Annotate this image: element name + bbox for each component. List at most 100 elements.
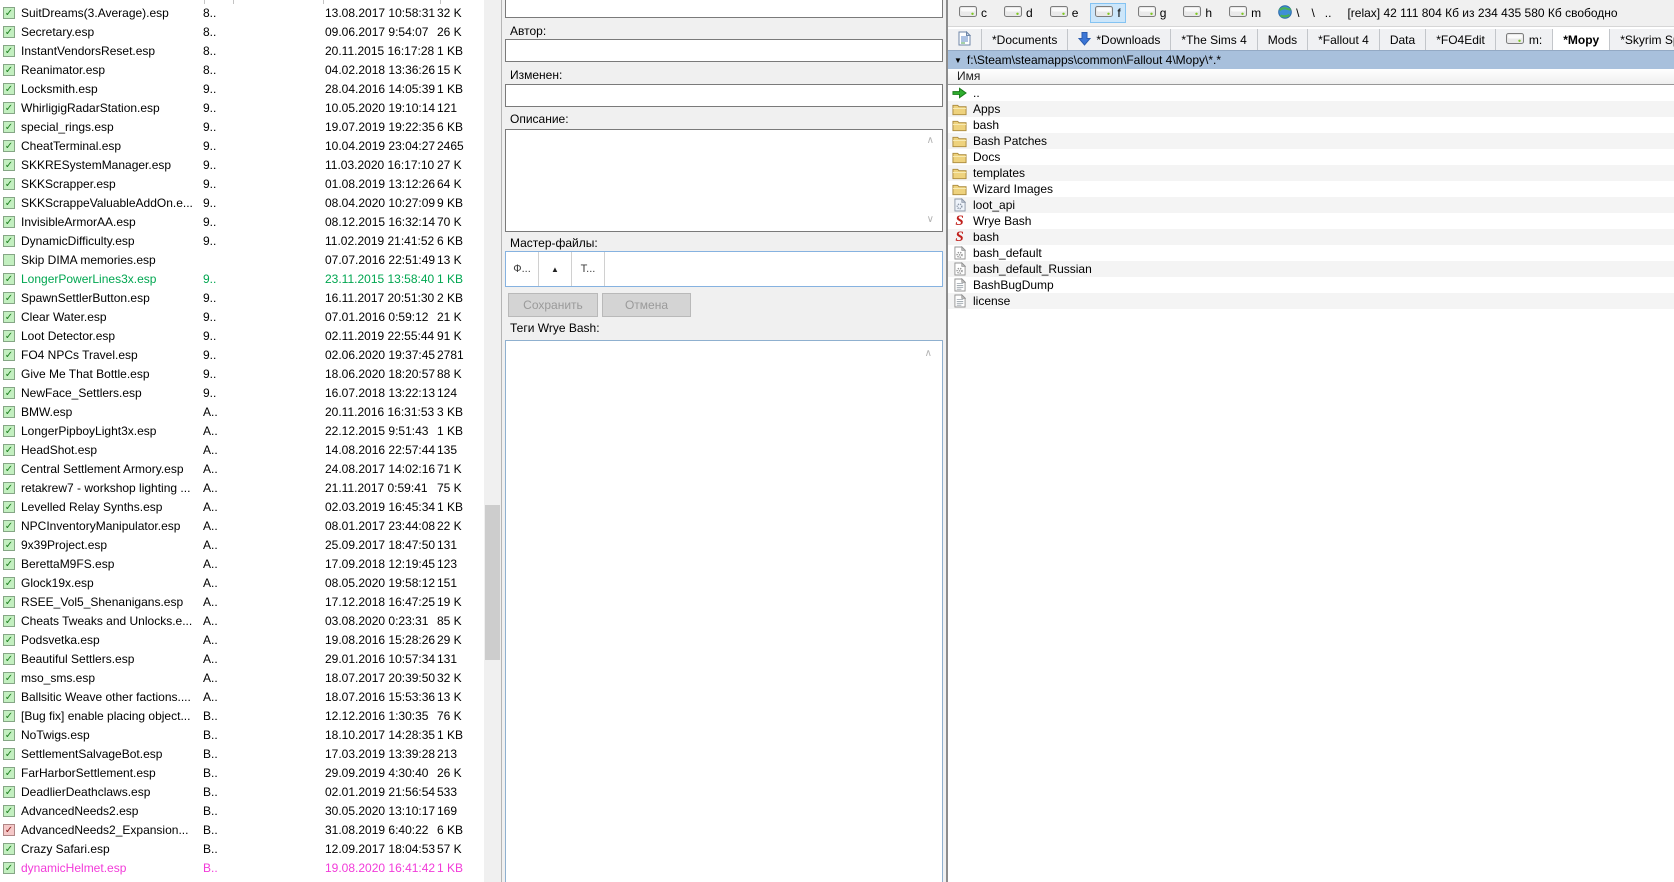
masters-column-header[interactable]: Ф... bbox=[506, 252, 539, 286]
plugin-row[interactable]: HeadShot.espA..14.08.2016 22:57:44135 bbox=[0, 441, 484, 460]
plugin-checkbox[interactable] bbox=[3, 805, 15, 817]
path-dropdown-icon[interactable] bbox=[954, 56, 962, 65]
plugin-checkbox[interactable] bbox=[3, 7, 15, 19]
plugin-checkbox[interactable] bbox=[3, 216, 15, 228]
plugin-checkbox[interactable] bbox=[3, 634, 15, 646]
plugin-row[interactable]: 9x39Project.espA..25.09.2017 18:47:50131 bbox=[0, 536, 484, 555]
plugin-checkbox[interactable] bbox=[3, 843, 15, 855]
plugin-row[interactable]: dynamicHelmet.espB..19.08.2020 16:41:421… bbox=[0, 859, 484, 878]
drive-button-f[interactable]: f bbox=[1090, 3, 1125, 23]
plugin-checkbox[interactable] bbox=[3, 786, 15, 798]
file-row[interactable]: bash_default bbox=[948, 245, 1674, 261]
plugin-row[interactable]: DeadlierDeathclaws.espB..02.01.2019 21:5… bbox=[0, 783, 484, 802]
plugin-checkbox[interactable] bbox=[3, 520, 15, 532]
plugin-row[interactable]: Levelled Relay Synths.espA..02.03.2019 1… bbox=[0, 498, 484, 517]
plugin-checkbox[interactable] bbox=[3, 710, 15, 722]
file-row[interactable]: Sbash bbox=[948, 229, 1674, 245]
plugin-row[interactable]: Ballsitic Weave other factions....A..18.… bbox=[0, 688, 484, 707]
plugin-row[interactable]: Glock19x.espA..08.05.2020 19:58:12151 bbox=[0, 574, 484, 593]
plugin-checkbox[interactable] bbox=[3, 596, 15, 608]
plugin-checkbox[interactable] bbox=[3, 444, 15, 456]
drive-button-e[interactable]: e bbox=[1045, 3, 1084, 23]
plugin-row[interactable]: NoTwigs.espB..18.10.2017 14:28:351 KB bbox=[0, 726, 484, 745]
bash-tags-field[interactable]: ∧ bbox=[505, 340, 943, 882]
plugin-list-scrollbar[interactable] bbox=[484, 0, 501, 882]
plugin-row[interactable]: Cheats Tweaks and Unlocks.e...A..03.08.2… bbox=[0, 612, 484, 631]
plugin-checkbox[interactable] bbox=[3, 26, 15, 38]
plugin-checkbox[interactable] bbox=[3, 653, 15, 665]
plugin-checkbox[interactable] bbox=[3, 273, 15, 285]
plugin-row[interactable]: Beautiful Settlers.espA..29.01.2016 10:5… bbox=[0, 650, 484, 669]
plugin-row[interactable]: [Bug fix] enable placing object...B..12.… bbox=[0, 707, 484, 726]
plugin-row[interactable]: NPCInventoryManipulator.espA..08.01.2017… bbox=[0, 517, 484, 536]
folder-row[interactable]: templates bbox=[948, 165, 1674, 181]
file-row[interactable]: loot_api bbox=[948, 197, 1674, 213]
plugin-checkbox[interactable] bbox=[3, 368, 15, 380]
tab-document[interactable] bbox=[948, 29, 982, 51]
description-field[interactable]: ∧ ∨ bbox=[505, 129, 943, 232]
plugin-checkbox[interactable] bbox=[3, 121, 15, 133]
plugin-checkbox[interactable] bbox=[3, 767, 15, 779]
plugin-checkbox[interactable] bbox=[3, 824, 15, 836]
masters-column-header[interactable]: Т... bbox=[572, 252, 605, 286]
masters-sort-icon[interactable]: ▲ bbox=[539, 252, 572, 286]
folder-row[interactable]: Wizard Images bbox=[948, 181, 1674, 197]
tab--fallout-4[interactable]: *Fallout 4 bbox=[1308, 29, 1380, 51]
scroll-up-icon[interactable]: ∧ bbox=[925, 349, 932, 359]
plugin-row[interactable]: AdvancedNeeds2_Expansion...B..31.08.2019… bbox=[0, 821, 484, 840]
plugin-row[interactable]: SuitDreams(3.Average).esp8..13.08.2017 1… bbox=[0, 4, 484, 23]
plugin-checkbox[interactable] bbox=[3, 235, 15, 247]
plugin-checkbox[interactable] bbox=[3, 482, 15, 494]
plugin-checkbox[interactable] bbox=[3, 159, 15, 171]
plugin-checkbox[interactable] bbox=[3, 862, 15, 874]
plugin-row[interactable]: Skip DIMA memories.esp07.07.2016 22:51:4… bbox=[0, 251, 484, 270]
plugin-row[interactable]: WhirligigRadarStation.esp9..10.05.2020 1… bbox=[0, 99, 484, 118]
up-dir-button[interactable]: .. bbox=[1325, 6, 1332, 20]
plugin-checkbox[interactable] bbox=[3, 748, 15, 760]
plugin-row[interactable]: LongerPipboyLight3x.espA..22.12.2015 9:5… bbox=[0, 422, 484, 441]
file-row[interactable]: SWrye Bash bbox=[948, 213, 1674, 229]
network-button[interactable]: \ bbox=[1273, 2, 1304, 25]
plugin-checkbox-unchecked[interactable] bbox=[3, 254, 15, 266]
plugin-row[interactable]: SpawnSettlerButton.esp9..16.11.2017 20:5… bbox=[0, 289, 484, 308]
plugin-row[interactable]: Crazy Safari.espB..12.09.2017 18:04:5357… bbox=[0, 840, 484, 859]
scrollbar-thumb[interactable] bbox=[485, 505, 500, 660]
cancel-button[interactable]: Отмена bbox=[602, 293, 691, 317]
plugin-checkbox[interactable] bbox=[3, 539, 15, 551]
plugin-checkbox[interactable] bbox=[3, 83, 15, 95]
plugin-row[interactable]: InstantVendorsReset.esp8..20.11.2015 16:… bbox=[0, 42, 484, 61]
folder-row[interactable]: Apps bbox=[948, 101, 1674, 117]
modified-field[interactable] bbox=[505, 84, 943, 107]
plugin-row[interactable]: Clear Water.esp9..07.01.2016 0:59:1221 K bbox=[0, 308, 484, 327]
plugin-row[interactable]: special_rings.esp9..19.07.2019 19:22:356… bbox=[0, 118, 484, 137]
plugin-row[interactable]: NewFace_Settlers.esp9..16.07.2018 13:22:… bbox=[0, 384, 484, 403]
plugin-row[interactable]: Secretary.esp8..09.06.2017 9:54:0726 K bbox=[0, 23, 484, 42]
parent-dir-row[interactable]: .. bbox=[948, 85, 1674, 101]
plugin-checkbox[interactable] bbox=[3, 501, 15, 513]
plugin-checkbox[interactable] bbox=[3, 406, 15, 418]
path-bar[interactable]: f:\Steam\steamapps\common\Fallout 4\Mopy… bbox=[948, 50, 1674, 69]
plugin-row[interactable]: Podsvetka.espA..19.08.2016 15:28:2629 K bbox=[0, 631, 484, 650]
plugin-row[interactable]: mso_sms.espA..18.07.2017 20:39:5032 K bbox=[0, 669, 484, 688]
filename-field[interactable] bbox=[505, 0, 943, 18]
tab--mopy[interactable]: *Mopy bbox=[1553, 29, 1610, 51]
plugin-checkbox[interactable] bbox=[3, 615, 15, 627]
plugin-row[interactable]: Give Me That Bottle.esp9..18.06.2020 18:… bbox=[0, 365, 484, 384]
scroll-down-icon[interactable]: ∨ bbox=[927, 215, 934, 225]
plugin-row[interactable]: BerettaM9FS.espA..17.09.2018 12:19:45123 bbox=[0, 555, 484, 574]
drive-button-d[interactable]: d bbox=[999, 3, 1038, 23]
tab--fo4edit[interactable]: *FO4Edit bbox=[1426, 29, 1496, 51]
drive-button-m[interactable]: m bbox=[1224, 3, 1266, 23]
plugin-row[interactable]: FO4 NPCs Travel.esp9..02.06.2020 19:37:4… bbox=[0, 346, 484, 365]
plugin-checkbox[interactable] bbox=[3, 197, 15, 209]
plugin-row[interactable]: InvisibleArmorAA.esp9..08.12.2015 16:32:… bbox=[0, 213, 484, 232]
file-row[interactable]: BashBugDump bbox=[948, 277, 1674, 293]
folder-row[interactable]: Docs bbox=[948, 149, 1674, 165]
plugin-row[interactable]: retakrew7 - workshop lighting ...A..21.1… bbox=[0, 479, 484, 498]
file-row[interactable]: license bbox=[948, 293, 1674, 309]
tab--downloads[interactable]: *Downloads bbox=[1068, 29, 1171, 51]
plugin-checkbox[interactable] bbox=[3, 691, 15, 703]
plugin-row[interactable]: SettlementSalvageBot.espB..17.03.2019 13… bbox=[0, 745, 484, 764]
plugin-row[interactable]: LongerPowerLines3x.esp9..23.11.2015 13:5… bbox=[0, 270, 484, 289]
plugin-row[interactable]: Central Settlement Armory.espA..24.08.20… bbox=[0, 460, 484, 479]
